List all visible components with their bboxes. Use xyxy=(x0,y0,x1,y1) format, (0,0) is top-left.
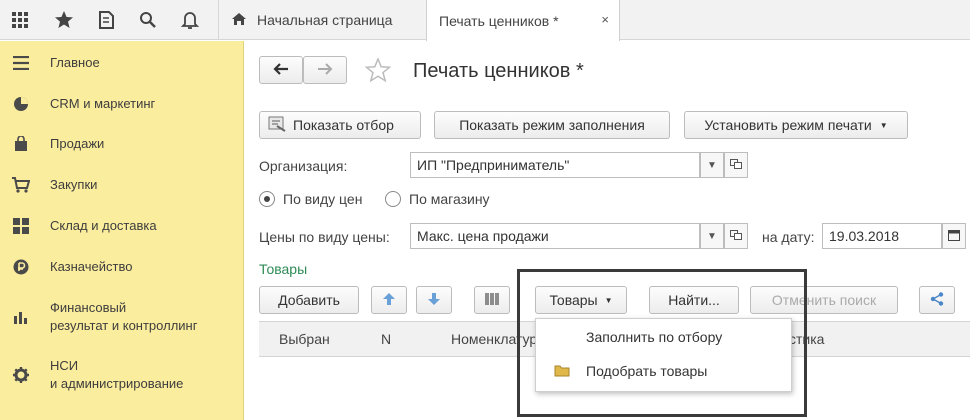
radio-by-store-label: По магазину xyxy=(409,191,490,207)
move-up-button[interactable] xyxy=(371,286,407,314)
sidebar-item-label: Продажи xyxy=(50,136,105,151)
apps-grid-icon[interactable] xyxy=(6,6,34,34)
column-header-selected[interactable]: Выбран xyxy=(279,331,330,347)
history-icon[interactable] xyxy=(92,6,120,34)
tab-close-icon[interactable]: × xyxy=(601,12,609,27)
set-print-mode-label: Установить режим печати xyxy=(704,117,872,133)
org-open-button[interactable] xyxy=(724,152,748,178)
bell-icon[interactable] xyxy=(176,6,204,34)
warehouse-icon xyxy=(12,217,30,235)
sidebar-item-purchases[interactable]: Закупки xyxy=(0,175,244,195)
price-type-open-button[interactable] xyxy=(724,223,748,249)
org-label: Организация: xyxy=(259,158,348,174)
barcode-icon xyxy=(484,292,500,309)
barcode-button[interactable] xyxy=(474,286,510,314)
sidebar-item-treasury[interactable]: Казначейство xyxy=(0,257,244,277)
sidebar-item-label: Закупки xyxy=(50,177,98,192)
shopping-bag-icon xyxy=(12,135,30,153)
folder-icon xyxy=(554,363,570,380)
goods-dropdown-menu: Заполнить по отбору Подобрать товары xyxy=(535,318,792,392)
set-print-mode-button[interactable]: Установить режим печати ▼ xyxy=(684,111,908,139)
radio-by-price-type-label: По виду цен xyxy=(283,191,363,207)
arrow-right-icon xyxy=(317,62,333,78)
top-bar: Начальная страница Печать ценников * × xyxy=(0,0,970,41)
menu-item-fill-by-filter[interactable]: Заполнить по отбору xyxy=(586,329,722,345)
tab-home-label: Начальная страница xyxy=(257,12,393,28)
pie-chart-icon xyxy=(12,95,30,113)
favorites-star-icon[interactable] xyxy=(50,6,78,34)
tab-price-tags[interactable]: Печать ценников * × xyxy=(426,0,620,41)
price-type-dropdown-button[interactable]: ▼ xyxy=(700,223,724,249)
tab-price-tags-label: Печать ценников * xyxy=(439,12,559,29)
home-icon xyxy=(231,12,247,29)
sidebar-item-label-line1: НСИ xyxy=(50,358,79,373)
chevron-down-icon: ▼ xyxy=(707,230,717,242)
show-filter-label: Показать отбор xyxy=(293,117,394,133)
forward-button[interactable] xyxy=(303,56,347,84)
org-value: ИП "Предприниматель" xyxy=(417,157,570,173)
cart-icon xyxy=(12,176,30,194)
date-value: 19.03.2018 xyxy=(829,228,900,244)
column-header-number[interactable]: N xyxy=(381,331,391,347)
calendar-button[interactable] xyxy=(942,223,966,249)
add-button[interactable]: Добавить xyxy=(259,286,359,314)
coin-icon xyxy=(12,258,30,276)
share-icon xyxy=(930,291,944,309)
top-icon-bar xyxy=(0,0,218,40)
date-label: на дату: xyxy=(762,229,815,245)
move-down-button[interactable] xyxy=(416,286,452,314)
sidebar-item-label: Главное xyxy=(50,55,100,70)
arrow-down-icon xyxy=(427,292,441,309)
tab-home[interactable]: Начальная страница xyxy=(218,0,426,40)
back-button[interactable] xyxy=(259,56,303,84)
chevron-down-icon: ▼ xyxy=(707,159,717,171)
sidebar-item-admin[interactable]: НСИ и администрирование xyxy=(0,355,244,395)
gear-icon xyxy=(12,366,30,384)
sidebar-item-sales[interactable]: Продажи xyxy=(0,134,244,154)
main-form: Печать ценников * Показать отбор Показат… xyxy=(245,41,970,420)
open-link-icon xyxy=(730,158,742,172)
arrow-left-icon xyxy=(273,62,289,78)
sidebar-item-label-line2: результат и контроллинг xyxy=(50,318,198,333)
menu-icon xyxy=(12,54,30,72)
sidebar-item-main[interactable]: Главное xyxy=(0,53,244,73)
add-button-label: Добавить xyxy=(278,292,340,308)
page-title: Печать ценников * xyxy=(413,60,584,82)
sidebar-item-warehouse[interactable]: Склад и доставка xyxy=(0,216,244,236)
sidebar-item-label: Склад и доставка xyxy=(50,218,157,233)
goods-section-title: Товары xyxy=(259,261,308,277)
sidebar: Главное CRM и маркетинг Продажи Закупки … xyxy=(0,41,244,420)
sidebar-item-label-line2: и администрирование xyxy=(50,376,184,391)
sidebar-item-label-line1: Финансовый xyxy=(50,300,127,315)
org-dropdown-button[interactable]: ▼ xyxy=(700,152,724,178)
show-fill-mode-button[interactable]: Показать режим заполнения xyxy=(434,111,670,139)
org-field[interactable]: ИП "Предприниматель" xyxy=(410,152,700,178)
sidebar-item-label: Казначейство xyxy=(50,259,133,274)
price-type-field[interactable]: Макс. цена продажи xyxy=(410,223,700,249)
date-field[interactable]: 19.03.2018 xyxy=(822,223,942,249)
arrow-up-icon xyxy=(382,292,396,309)
radio-by-store[interactable] xyxy=(385,191,401,207)
prices-label: Цены по виду цены: xyxy=(259,229,390,245)
radio-by-price-type[interactable] xyxy=(259,191,275,207)
sidebar-item-finance[interactable]: Финансовый результат и контроллинг xyxy=(0,297,244,337)
calendar-icon xyxy=(948,229,960,244)
open-link-icon xyxy=(730,229,742,243)
filter-icon xyxy=(268,116,286,135)
show-filter-button[interactable]: Показать отбор xyxy=(259,111,421,139)
search-icon[interactable] xyxy=(134,6,162,34)
sidebar-item-crm[interactable]: CRM и маркетинг xyxy=(0,94,244,114)
menu-item-pick-goods[interactable]: Подобрать товары xyxy=(586,363,707,379)
chevron-down-icon: ▼ xyxy=(879,120,888,130)
share-button[interactable] xyxy=(919,286,955,314)
favorite-star-icon[interactable] xyxy=(364,57,392,85)
price-type-value: Макс. цена продажи xyxy=(417,228,549,244)
bar-chart-icon xyxy=(12,308,30,326)
sidebar-item-label: CRM и маркетинг xyxy=(50,96,156,111)
show-fill-mode-label: Показать режим заполнения xyxy=(459,117,645,133)
